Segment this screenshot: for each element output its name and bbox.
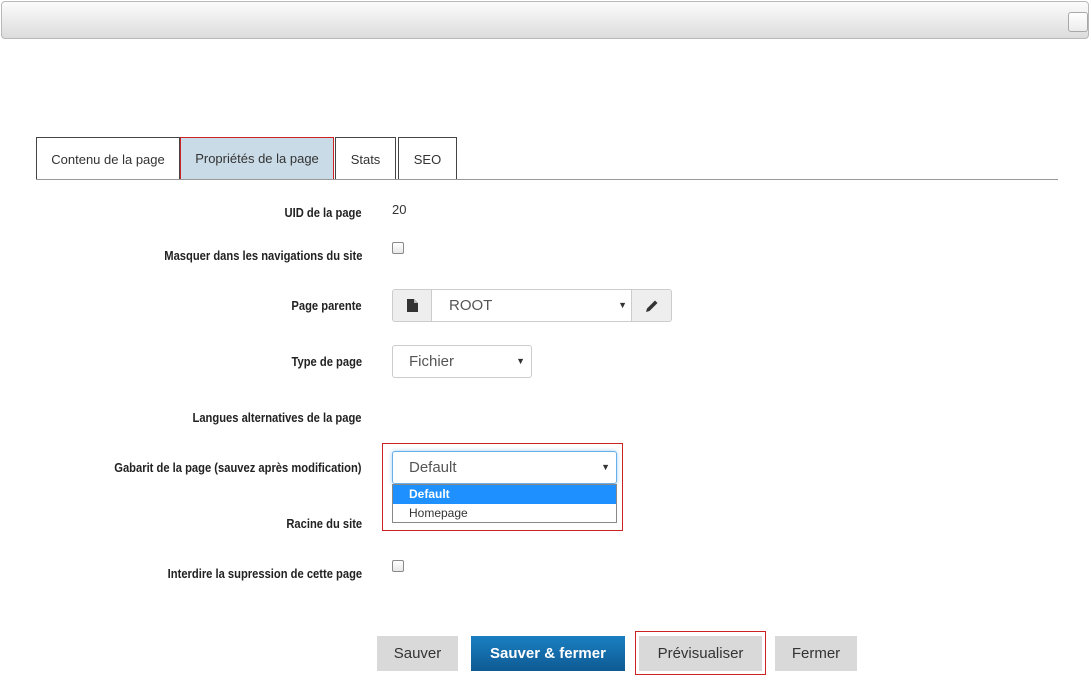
page-type-label: Type de page xyxy=(291,354,362,369)
maximize-button[interactable] xyxy=(1068,12,1088,32)
uid-label: UID de la page xyxy=(284,205,362,220)
edit-parent-button[interactable] xyxy=(631,289,672,322)
no-delete-checkbox[interactable] xyxy=(392,560,404,572)
parent-page-value: ROOT xyxy=(449,297,493,314)
no-delete-label: Interdire la supression de cette page xyxy=(167,566,362,581)
template-dropdown-list: Default Homepage xyxy=(392,484,617,523)
caret-down-icon: ▼ xyxy=(516,356,525,366)
parent-page-label: Page parente xyxy=(291,298,362,313)
tab-divider xyxy=(36,179,1058,180)
file-icon xyxy=(406,299,418,312)
template-select[interactable]: Default ▼ xyxy=(392,451,617,484)
template-option-homepage[interactable]: Homepage xyxy=(393,504,616,523)
close-button[interactable]: Fermer xyxy=(775,636,857,671)
uid-value: 20 xyxy=(392,202,407,217)
parent-page-select[interactable]: ROOT ▼ xyxy=(431,289,632,322)
tab-page-properties[interactable]: Propriétés de la page xyxy=(180,137,334,180)
pencil-icon xyxy=(645,300,657,312)
page-type-select[interactable]: Fichier ▼ xyxy=(392,345,532,378)
template-option-default[interactable]: Default xyxy=(393,485,616,504)
page-type-value: Fichier xyxy=(409,353,455,370)
template-label: Gabarit de la page (sauvez après modific… xyxy=(114,460,362,475)
window-titlebar xyxy=(1,1,1089,39)
file-icon-addon[interactable] xyxy=(392,289,432,322)
tab-seo[interactable]: SEO xyxy=(398,137,457,180)
tab-page-content[interactable]: Contenu de la page xyxy=(36,137,180,180)
hide-nav-checkbox[interactable] xyxy=(392,242,404,254)
preview-button[interactable]: Prévisualiser xyxy=(639,636,762,671)
site-root-label: Racine du site xyxy=(286,516,362,531)
save-close-button[interactable]: Sauver & fermer xyxy=(471,636,625,671)
caret-down-icon: ▼ xyxy=(618,300,627,310)
tab-stats[interactable]: Stats xyxy=(335,137,396,180)
save-button[interactable]: Sauver xyxy=(377,636,458,671)
hide-nav-label: Masquer dans les navigations du site xyxy=(163,248,362,263)
template-value: Default xyxy=(409,459,457,476)
alt-languages-label: Langues alternatives de la page xyxy=(192,410,362,425)
caret-down-icon: ▼ xyxy=(601,462,610,472)
